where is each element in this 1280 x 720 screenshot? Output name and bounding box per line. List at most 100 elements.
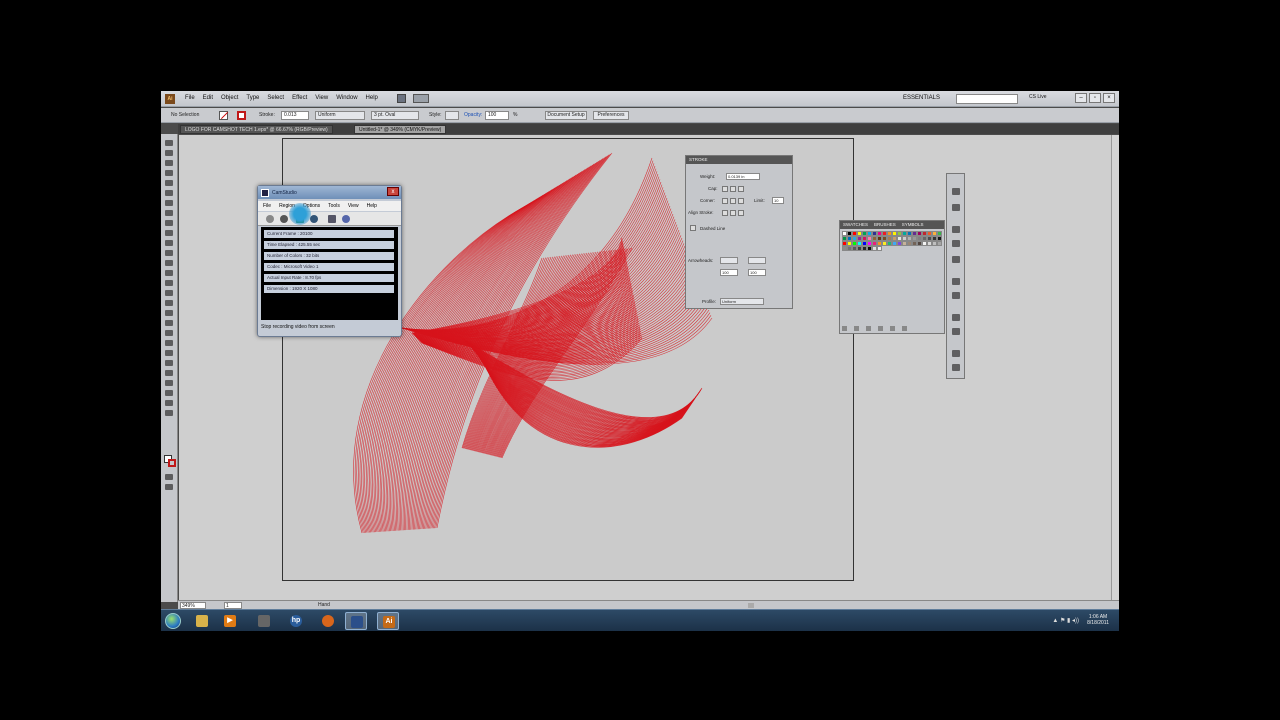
pen-tool-icon[interactable] [165, 180, 173, 186]
projecting-cap-icon[interactable] [738, 186, 744, 192]
camstudio-menu-tools[interactable]: Tools [328, 203, 340, 211]
paintbrush-tool-icon[interactable] [165, 220, 173, 226]
minimize-icon[interactable]: – [1075, 93, 1087, 103]
swatch-libraries-icon[interactable] [842, 326, 847, 331]
horizontal-scroll-thumb[interactable] [748, 603, 754, 608]
menu-view[interactable]: View [311, 95, 332, 101]
dashed-line-checkbox[interactable] [690, 225, 696, 231]
restore-icon[interactable]: ▫ [1089, 93, 1101, 103]
symbols-panel-icon[interactable] [952, 256, 960, 263]
menu-window[interactable]: Window [332, 95, 361, 101]
drawing-mode-icon[interactable] [165, 474, 173, 480]
perspective-grid-tool-icon[interactable] [165, 310, 173, 316]
width-tool-icon[interactable] [165, 280, 173, 286]
shape-builder-tool-icon[interactable] [165, 300, 173, 306]
layers-panel-icon[interactable] [952, 350, 960, 357]
bridge-icon[interactable] [397, 94, 406, 103]
blob-brush-tool-icon[interactable] [165, 240, 173, 246]
cs-live-button[interactable]: CS Live [1029, 94, 1047, 100]
graphic-styles-panel-icon[interactable] [952, 328, 960, 335]
miter-join-icon[interactable] [722, 198, 728, 204]
tab-swatches[interactable]: SWATCHES [843, 222, 868, 228]
stroke-panel-icon[interactable] [952, 278, 960, 285]
style-picker[interactable] [445, 111, 459, 120]
system-tray[interactable]: ▲ ⚑ ▮ ◂)) [1052, 617, 1079, 624]
tab-brushes[interactable]: BRUSHES [874, 222, 896, 228]
vertical-scrollbar[interactable] [1111, 135, 1119, 601]
new-color-group-icon[interactable] [878, 326, 883, 331]
column-graph-tool-icon[interactable] [165, 370, 173, 376]
weight-field[interactable]: 0.0139 in [726, 173, 760, 180]
help-search-input[interactable] [956, 94, 1018, 104]
artboards-panel-icon[interactable] [952, 364, 960, 371]
color-panel-icon[interactable] [952, 188, 960, 195]
round-cap-icon[interactable] [730, 186, 736, 192]
end-arrowhead-select[interactable] [748, 257, 766, 264]
camstudio-menu-help[interactable]: Help [367, 203, 377, 211]
gradient-panel-icon[interactable] [952, 292, 960, 299]
taskbar-app-3[interactable] [253, 612, 275, 630]
arrowhead-end-scale[interactable]: 100 [748, 269, 766, 276]
limit-field[interactable]: 10 [772, 197, 784, 204]
brushes-panel-icon[interactable] [952, 240, 960, 247]
slice-tool-icon[interactable] [165, 390, 173, 396]
menu-edit[interactable]: Edit [199, 95, 217, 101]
camstudio-title-bar[interactable]: CamStudio x [258, 186, 401, 199]
pencil-tool-icon[interactable] [165, 230, 173, 236]
symbol-sprayer-tool-icon[interactable] [165, 360, 173, 366]
camstudio-close-button[interactable]: x [387, 187, 399, 196]
swatches-panel-icon[interactable] [952, 226, 960, 233]
appearance-panel-icon[interactable] [952, 314, 960, 321]
profile-select[interactable]: Uniform [720, 298, 764, 305]
web-icon[interactable] [342, 215, 350, 223]
arrange-documents-icon[interactable] [413, 94, 429, 103]
menu-type[interactable]: Type [242, 95, 263, 101]
gradient-tool-icon[interactable] [165, 330, 173, 336]
opacity-label[interactable]: Opacity: [464, 112, 482, 118]
rotate-tool-icon[interactable] [165, 260, 173, 266]
start-button[interactable] [165, 613, 181, 629]
align-center-icon[interactable] [722, 210, 728, 216]
start-arrowhead-select[interactable] [720, 257, 738, 264]
magic-wand-tool-icon[interactable] [165, 160, 173, 166]
options-icon[interactable] [328, 215, 336, 223]
swatch-options-icon[interactable] [866, 326, 871, 331]
hand-tool-icon[interactable] [165, 400, 173, 406]
new-swatch-icon[interactable] [890, 326, 895, 331]
menu-select[interactable]: Select [263, 95, 288, 101]
stroke-panel-header[interactable]: STROKE [686, 156, 792, 164]
type-tool-icon[interactable] [165, 190, 173, 196]
eraser-tool-icon[interactable] [165, 250, 173, 256]
scale-tool-icon[interactable] [165, 270, 173, 276]
direct-selection-tool-icon[interactable] [165, 150, 173, 156]
menu-help[interactable]: Help [362, 95, 382, 101]
butt-cap-icon[interactable] [722, 186, 728, 192]
color-guide-panel-icon[interactable] [952, 204, 960, 211]
taskbar-hp[interactable]: hp [285, 612, 307, 630]
mesh-tool-icon[interactable] [165, 320, 173, 326]
tools-stroke-swatch[interactable] [168, 459, 176, 467]
artboard-number-field[interactable]: 1 [224, 602, 242, 609]
menu-object[interactable]: Object [217, 95, 242, 101]
blend-tool-icon[interactable] [165, 350, 173, 356]
tab-untitled-document[interactable]: Untitled-1* @ 349% (CMYK/Preview) [354, 125, 447, 134]
show-swatch-kinds-icon[interactable] [854, 326, 859, 331]
menu-file[interactable]: File [181, 95, 199, 101]
artboard-tool-icon[interactable] [165, 380, 173, 386]
delete-swatch-icon[interactable] [902, 326, 907, 331]
status-tool-label[interactable]: Hand [318, 602, 330, 608]
tab-logo-document[interactable]: LOGO FOR CAMSHOT TECH 1.eps* @ 66.67% (R… [180, 125, 333, 134]
round-join-icon[interactable] [730, 198, 736, 204]
bevel-join-icon[interactable] [738, 198, 744, 204]
line-tool-icon[interactable] [165, 200, 173, 206]
lasso-tool-icon[interactable] [165, 170, 173, 176]
stroke-weight-field[interactable]: 0.013 [281, 111, 309, 120]
eyedropper-tool-icon[interactable] [165, 340, 173, 346]
taskbar-camstudio[interactable] [345, 612, 367, 630]
rectangle-tool-icon[interactable] [165, 210, 173, 216]
tab-symbols[interactable]: SYMBOLS [902, 222, 924, 228]
camstudio-menu-view[interactable]: View [348, 203, 359, 211]
taskbar-clock[interactable]: 1:06 AM 8/18/2011 [1087, 614, 1109, 626]
workspace-switcher[interactable]: ESSENTIALS [903, 95, 940, 101]
align-inside-icon[interactable] [730, 210, 736, 216]
